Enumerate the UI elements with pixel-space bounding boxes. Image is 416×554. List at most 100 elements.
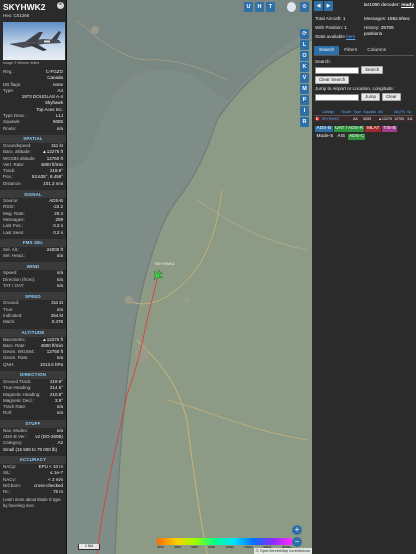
legend-label: 8000 (208, 545, 216, 549)
altitude-color-legend (157, 538, 292, 545)
info-row-mach: Mach: 0.476 (0, 319, 66, 325)
info-value: n/a (56, 253, 63, 259)
info-value: 0.476 (51, 319, 63, 325)
footer-note: Learn more about Mode S type by hovering… (3, 497, 61, 508)
jump-input[interactable] (315, 93, 359, 101)
info-key: Sel. Head.: (3, 253, 26, 259)
badge-mode-s: Mode-S (315, 134, 335, 140)
jump-button[interactable]: Jump (361, 93, 381, 101)
info-value: 101.3 nmi (43, 180, 63, 186)
map-button-i[interactable]: I (300, 106, 309, 116)
map-button-u[interactable]: U (244, 2, 253, 12)
map-base (67, 0, 312, 554)
search-input[interactable] (315, 66, 359, 74)
aircraft-photo[interactable] (3, 22, 65, 60)
section-speed: SPEED (0, 292, 66, 301)
aircraft-table: Callsign Route Type Squawk Alt. Alt.(Ft) Sp 🇨🇦… (314, 109, 414, 122)
map-button-p[interactable]: P (300, 95, 309, 105)
layers-icon[interactable] (287, 2, 296, 12)
legend-label: 10000 (225, 545, 234, 549)
search-form: Search: Search Clear Search Jump to Airp… (312, 56, 416, 106)
info-key: Reg.: (3, 69, 14, 74)
zoom-out-button[interactable]: − (292, 537, 302, 547)
arrow-left-icon[interactable]: ◀ (314, 1, 323, 11)
section-accuracy: ACCURACY (0, 455, 66, 464)
section-signal: SIGNAL (0, 190, 66, 199)
info-value: 1013.6 hPa (39, 361, 63, 367)
aircraft-photo-image (9, 31, 61, 51)
stats-available: Stats available here (315, 34, 356, 39)
map-scale: 2 NM (78, 544, 100, 550)
section-altitude: ALTITUDE (0, 328, 66, 337)
map-button-m[interactable]: M (300, 84, 309, 94)
map-button-v[interactable]: V (300, 73, 309, 83)
aircraft-list-panel: ◀ ▶ tar1090 decoder: ready Total Aircraf… (312, 0, 416, 554)
badge-mlat: MLAT (365, 126, 381, 132)
info-row-qnh: QNH: 1013.6 hPa (0, 362, 66, 368)
arrow-right-icon[interactable]: ▶ (324, 1, 333, 11)
info-key: Route: (3, 125, 17, 131)
section-wind: WIND (0, 262, 66, 271)
section-fms-sel: FMS SEL (0, 238, 66, 247)
tab-search[interactable]: Search (314, 46, 340, 55)
info-row-roll: Roll: n/a (0, 410, 66, 416)
map-button-k[interactable]: K (300, 62, 309, 72)
info-key: Mach: (3, 319, 16, 325)
photo-credit: Image © Werner Wiehl (3, 61, 40, 65)
map-button-o[interactable]: O (300, 51, 309, 61)
info-value: n/a (56, 410, 63, 416)
refresh-icon[interactable]: ⟳ (300, 29, 309, 39)
map-button-t[interactable]: T (266, 2, 275, 12)
info-key: TAT / OAT: (3, 283, 25, 289)
map-button-h[interactable]: H (255, 2, 264, 12)
info-row-tat-oat: TAT / OAT: n/a (0, 283, 66, 289)
section-direction: DIRECTION (0, 370, 66, 379)
info-callsign: SKYHWK2 (3, 2, 46, 12)
badge-ads-c: ADS-C (347, 134, 366, 140)
info-value: A2 (57, 440, 63, 446)
map-button-r[interactable]: R (300, 117, 309, 127)
info-header: SKYHWK2 Hex: C01266 × (0, 0, 66, 20)
panel-tabs: Search Filters Columns (314, 46, 414, 56)
clear-jump-button[interactable]: Clear (382, 93, 401, 101)
section-spatial: SPATIAL (0, 134, 66, 143)
stats-here-link[interactable]: here (346, 34, 355, 39)
info-key: Type: (3, 87, 15, 93)
map-button-l[interactable]: L (300, 40, 309, 50)
section-stuff: STUFF (0, 419, 66, 428)
source-legend: ADS-B UAT / ADS-R MLAT TIS-B Mode-S AIS ADS-C (312, 122, 416, 144)
legend-label: 2000 (157, 545, 164, 549)
info-key: Category: (3, 440, 23, 446)
badge-ads-b: ADS-B (315, 126, 333, 132)
aircraft-map-label[interactable]: SKYHWK2 (155, 261, 175, 266)
info-value: n/a (56, 125, 63, 131)
decoder-status: tar1090 decoder: ready (363, 3, 414, 8)
close-icon[interactable]: × (57, 2, 64, 9)
map-view[interactable]: SKYHWK2 U H T ⚙ ⟳ L O K V M P I R + − 2 … (67, 0, 312, 554)
map-attribution[interactable]: © OpenStreetMap contributors (253, 548, 312, 554)
info-hex: Hex: C01266 (3, 13, 30, 18)
info-key: Distance: (3, 180, 22, 186)
stats-block: Total Aircraft: 1 With Position: 1 Stats… (315, 16, 410, 39)
info-value: n/a (56, 283, 63, 289)
legend-label: 20000 (244, 545, 253, 549)
settings-icon[interactable]: ⚙ (300, 2, 309, 12)
info-key: Roll: (3, 410, 13, 416)
badge-ais: AIS (335, 134, 347, 140)
info-value: 75 m (52, 489, 63, 495)
tab-filters[interactable]: Filters (339, 46, 362, 55)
info-key: Last Seen: (3, 229, 25, 235)
legend-label: 4000 (174, 545, 181, 549)
info-row-distance: Distance: 101.3 nmi (0, 181, 66, 187)
info-value: 0.2 s (53, 229, 63, 235)
info-row-last-seen: Last Seen: 0.2 s (0, 230, 66, 236)
tab-columns[interactable]: Columns (362, 46, 391, 55)
aircraft-info-panel: SKYHWK2 Hex: C01266 × Image © Werner Wie… (0, 0, 67, 554)
jump-label: Jump to Airport or Location, Longitude: (315, 86, 394, 91)
category-description: Small (15 500 to 75 000 lb) (3, 446, 58, 452)
search-button[interactable]: Search (361, 66, 384, 74)
info-key: QNH: (3, 361, 15, 367)
zoom-in-button[interactable]: + (292, 525, 302, 535)
info-row-sel-head: Sel. Head.: n/a (0, 253, 66, 259)
clear-search-button[interactable]: Clear Search (315, 76, 350, 84)
